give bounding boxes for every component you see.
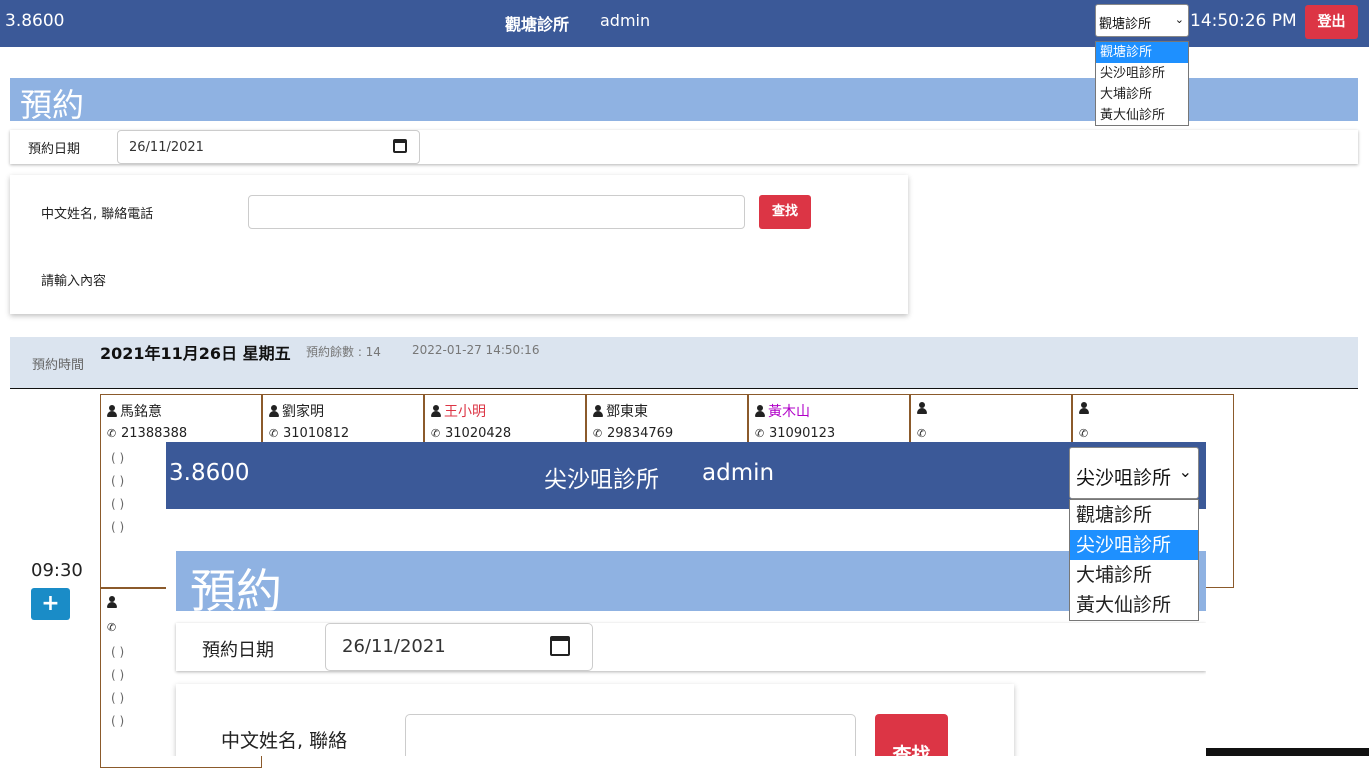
date-input[interactable]: 26/11/2021 [117,130,420,164]
patient-name: 劉家明 [282,404,324,420]
date-label: 預約日期 [28,142,81,157]
patient-phone: 21388388 [121,426,188,441]
overlay-clinic-select[interactable]: 尖沙咀診所 ⌄ [1069,447,1199,499]
calendar-icon[interactable] [393,139,407,153]
search-card: 中文姓名, 聯絡電話 查找 請輸入內容 [10,175,908,314]
overlay-page-title: 預約 [190,564,282,618]
clinic-option[interactable]: 觀塘診所 [1096,42,1188,63]
overlay-app-version: 3.8600 [169,460,250,486]
clinic-option[interactable]: 大埔診所 [1096,84,1188,105]
clinic-option[interactable]: 大埔診所 [1070,560,1198,590]
remaining-count: 預約餘數 : 14 [306,345,381,359]
patient-phone: 29834769 [607,426,674,441]
phone-icon: ✆ [269,427,279,440]
patient-name: 黃木山 [768,404,810,420]
slot-note: ( ) [111,668,125,682]
overlay-reservation-header: 預約 [176,551,1206,618]
person-icon [593,405,603,417]
overlay-date-value: 26/11/2021 [342,636,446,657]
add-appointment-button[interactable]: + [31,588,70,620]
phone-icon: ✆ [107,427,117,440]
person-icon [269,405,279,417]
patient-phone: 31010812 [283,426,350,441]
slot-note: ( ) [111,691,125,705]
patient-name: 馬銘意 [120,404,162,420]
schedule-header: 預約時間 2021年11月26日 星期五 預約餘數 : 14 2022-01-2… [10,337,1358,389]
overlay-search-card: 中文姓名, 聯絡 查找 [176,684,1014,756]
time-column-label: 預約時間 [32,358,85,373]
app-version: 3.8600 [5,11,65,31]
slot-note: ( ) [111,474,125,488]
patient-name: 鄧東東 [606,404,648,420]
page-title: 預約 [20,86,85,124]
phone-icon: ✆ [107,621,117,634]
phone-icon: ✆ [917,427,927,440]
person-icon [107,596,117,608]
logout-button[interactable]: 登出 [1305,5,1358,39]
patient-phone: 31090123 [769,426,836,441]
calendar-icon[interactable] [550,636,570,656]
overlay-search-label: 中文姓名, 聯絡 [221,730,348,752]
overlay-date-row: 預約日期 26/11/2021 [176,623,1206,671]
plus-icon: + [41,591,60,616]
overlay-search-input[interactable] [405,714,856,756]
overlay-date-label: 預約日期 [202,640,274,661]
patient-name: 王小明 [444,404,486,420]
clinic-select[interactable]: 觀塘診所 ⌄ [1095,4,1189,37]
clinic-option[interactable]: 黃大仙診所 [1096,105,1188,126]
overlay-screenshot: 3.8600 尖沙咀診所 admin 尖沙咀診所 ⌄ 預約 預約日期 26/11… [166,442,1206,756]
top-nav-bar: 3.8600 觀塘診所 admin 觀塘診所 ⌄ 14:50:26 PM 登出 [0,0,1369,47]
slot-note: ( ) [111,520,125,534]
person-icon [107,405,117,417]
clinic-dropdown-list: 觀塘診所 尖沙咀診所 大埔診所 黃大仙診所 [1095,41,1189,126]
search-hint: 請輸入內容 [41,274,107,289]
chevron-down-icon: ⌄ [1174,13,1184,26]
clinic-option[interactable]: 黃大仙診所 [1070,590,1198,620]
date-input-value: 26/11/2021 [129,140,204,155]
schedule-date: 2021年11月26日 星期五 [100,344,291,363]
slot-time: 09:30 [31,560,83,581]
screen-edge [1206,748,1369,756]
reservation-date-row: 預約日期 26/11/2021 [10,130,1358,164]
phone-icon: ✆ [755,427,765,440]
overlay-search-button[interactable]: 查找 [875,714,948,756]
current-user: admin [600,11,651,30]
person-icon [431,405,441,417]
clinic-option[interactable]: 觀塘診所 [1070,500,1198,530]
search-input[interactable] [248,195,745,229]
clinic-option[interactable]: 尖沙咀診所 [1096,63,1188,84]
person-icon [1079,402,1089,414]
slot-note: ( ) [111,497,125,511]
slot-note: ( ) [111,714,125,728]
person-icon [917,402,927,414]
chevron-down-icon: ⌄ [1178,462,1192,481]
clinic-select-value: 觀塘診所 [1099,17,1152,32]
clock-time: 14:50:26 PM [1190,11,1297,31]
overlay-current-user: admin [702,460,775,486]
phone-icon: ✆ [431,427,441,440]
phone-icon: ✆ [1079,427,1089,440]
patient-phone: 31020428 [445,426,512,441]
overlay-clinic-dropdown-list: 觀塘診所 尖沙咀診所 大埔診所 黃大仙診所 [1069,499,1199,621]
overlay-top-nav-bar: 3.8600 尖沙咀診所 admin 尖沙咀診所 ⌄ [166,442,1206,509]
person-icon [755,405,765,417]
search-button[interactable]: 查找 [759,195,811,229]
phone-icon: ✆ [593,427,603,440]
slot-note: ( ) [111,451,125,465]
overlay-clinic-name: 尖沙咀診所 [544,467,659,493]
schedule-timestamp: 2022-01-27 14:50:16 [412,343,540,357]
overlay-clinic-select-value: 尖沙咀診所 [1076,467,1172,489]
clinic-option[interactable]: 尖沙咀診所 [1070,530,1198,560]
overlay-date-input[interactable]: 26/11/2021 [325,623,593,671]
current-clinic-name: 觀塘診所 [505,15,570,34]
slot-note: ( ) [111,645,125,659]
search-label: 中文姓名, 聯絡電話 [41,207,154,222]
